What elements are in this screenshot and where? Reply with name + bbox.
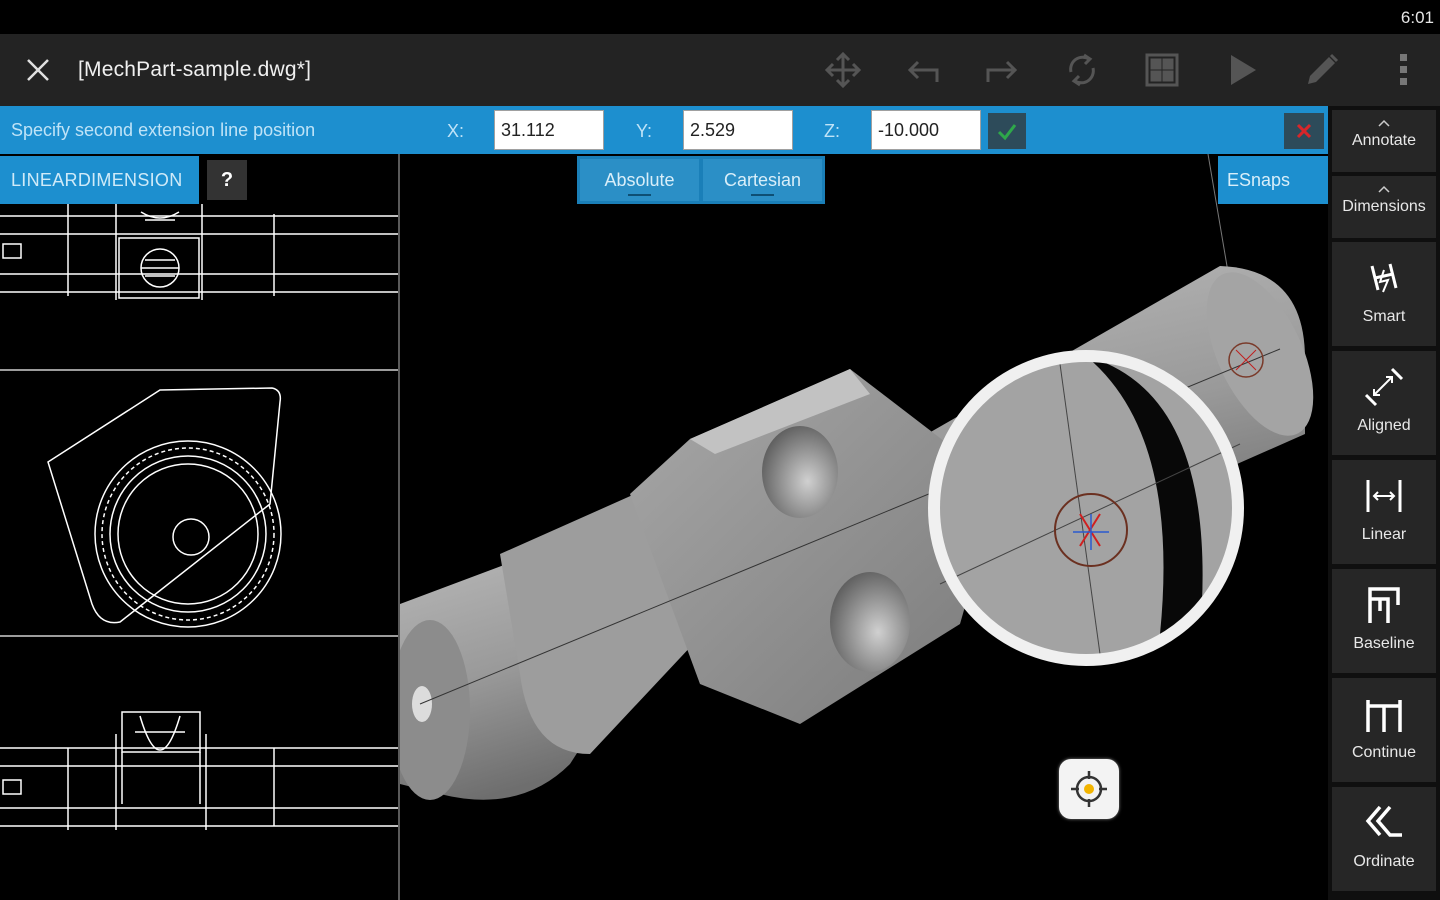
status-bar: 6:01 bbox=[0, 0, 1440, 34]
3d-model-render bbox=[390, 153, 1314, 800]
chevron-up-icon bbox=[1378, 185, 1390, 193]
linear-dimension-icon bbox=[1366, 480, 1402, 512]
layout-grid-button[interactable] bbox=[1140, 48, 1184, 92]
annotate-category[interactable]: Annotate bbox=[1332, 110, 1436, 172]
left-viewport-panel bbox=[0, 204, 398, 900]
redo-icon bbox=[986, 60, 1018, 82]
aligned-label: Aligned bbox=[1357, 417, 1411, 434]
redo-button[interactable] bbox=[980, 48, 1024, 92]
y-label: Y: bbox=[636, 121, 653, 141]
more-options-button[interactable] bbox=[1382, 48, 1426, 92]
continue-dimension-button[interactable]: Continue bbox=[1332, 678, 1436, 782]
pencil-button[interactable] bbox=[1300, 48, 1344, 92]
baseline-dimension-button[interactable]: Baseline bbox=[1332, 569, 1436, 673]
front-view-drawing bbox=[47, 387, 282, 628]
pencil-icon bbox=[1308, 53, 1339, 84]
undo-button[interactable] bbox=[901, 48, 945, 92]
prompt-text: Specify second extension line position bbox=[11, 120, 316, 140]
play-button[interactable] bbox=[1220, 48, 1264, 92]
x-coordinate-input[interactable] bbox=[494, 110, 604, 150]
crosshair-target-icon bbox=[1071, 771, 1107, 807]
z-coordinate-input[interactable] bbox=[871, 110, 981, 150]
y-coordinate-input[interactable] bbox=[683, 110, 793, 150]
cancel-icon bbox=[1296, 123, 1312, 139]
x-label: X: bbox=[447, 121, 465, 141]
close-icon bbox=[27, 59, 49, 81]
checkmark-icon bbox=[997, 124, 1017, 141]
top-toolbar: [MechPart-sample.dwg*] bbox=[0, 34, 1440, 106]
command-prompt-bar: Specify second extension line position X… bbox=[0, 106, 1328, 154]
play-icon bbox=[1231, 55, 1256, 85]
dimensions-label: Dimensions bbox=[1342, 198, 1426, 215]
z-label: Z: bbox=[824, 121, 840, 141]
undo-icon bbox=[907, 60, 939, 82]
ordinate-dimension-icon bbox=[1365, 805, 1402, 837]
baseline-label: Baseline bbox=[1353, 635, 1415, 652]
ordinate-dimension-button[interactable]: Ordinate bbox=[1332, 787, 1436, 891]
annotate-label: Annotate bbox=[1351, 132, 1417, 149]
dimension-ribbon: Annotate Dimensions Smart Aligned Linear… bbox=[1328, 106, 1440, 900]
close-button[interactable] bbox=[18, 50, 58, 90]
more-vertical-icon bbox=[1400, 54, 1407, 85]
continue-label: Continue bbox=[1351, 744, 1417, 761]
baseline-dimension-icon bbox=[1368, 587, 1400, 623]
active-command-label: LINEARDIMENSION bbox=[0, 156, 199, 204]
smart-dimension-icon bbox=[1370, 263, 1398, 293]
linear-dimension-button[interactable]: Linear bbox=[1332, 460, 1436, 564]
orthographic-views[interactable] bbox=[0, 204, 398, 900]
continue-dimension-icon bbox=[1366, 700, 1402, 732]
move-button[interactable] bbox=[821, 48, 865, 92]
cancel-button[interactable] bbox=[1284, 113, 1324, 149]
top-view-drawing bbox=[0, 204, 398, 300]
layout-grid-icon bbox=[1145, 53, 1179, 87]
snap-magnifier bbox=[928, 350, 1244, 666]
regen-button[interactable] bbox=[1060, 48, 1104, 92]
snap-target-button[interactable] bbox=[1059, 759, 1119, 819]
confirm-button[interactable] bbox=[988, 113, 1026, 149]
side-view-drawing bbox=[0, 711, 398, 830]
move-icon bbox=[824, 51, 862, 89]
chevron-up-icon bbox=[1378, 119, 1390, 127]
main-3d-viewport[interactable] bbox=[390, 153, 1328, 900]
aligned-dimension-button[interactable]: Aligned bbox=[1332, 351, 1436, 455]
dimensions-category[interactable]: Dimensions bbox=[1332, 176, 1436, 238]
regen-icon bbox=[1069, 53, 1095, 87]
help-button[interactable]: ? bbox=[207, 160, 247, 200]
smart-label: Smart bbox=[1362, 308, 1406, 325]
document-title: [MechPart-sample.dwg*] bbox=[78, 58, 312, 81]
ordinate-label: Ordinate bbox=[1353, 853, 1415, 870]
status-time: 6:01 bbox=[1400, 8, 1434, 27]
linear-label: Linear bbox=[1361, 526, 1407, 543]
smart-dimension-button[interactable]: Smart bbox=[1332, 242, 1436, 346]
aligned-dimension-icon bbox=[1364, 367, 1404, 407]
